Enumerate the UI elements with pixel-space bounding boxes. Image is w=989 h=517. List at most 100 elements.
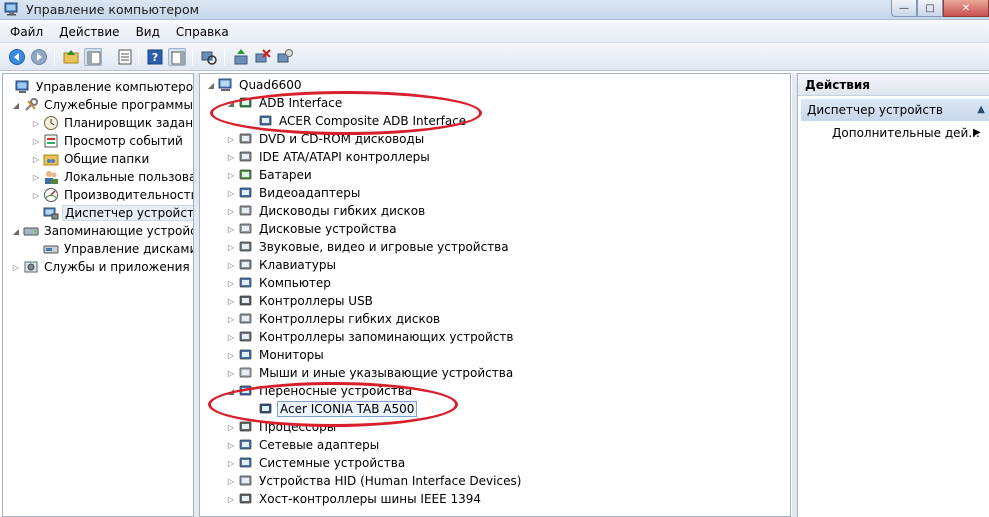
back-arrow-icon[interactable] <box>8 48 26 66</box>
device-label: Контроллеры запоминающих устройств <box>259 330 514 344</box>
collapse-up-icon[interactable]: ▲ <box>977 99 985 121</box>
menu-help[interactable]: Справка <box>168 22 237 42</box>
device-category[interactable]: ▷ Процессоры <box>226 418 338 436</box>
expand-arrow-icon[interactable]: ▷ <box>226 292 236 310</box>
tree-local-users[interactable]: ▷ Локальные пользовате <box>31 168 193 186</box>
tree-system-tools[interactable]: ◢ Служебные программы <box>11 96 193 114</box>
portable-device-icon <box>238 383 254 399</box>
device-category[interactable]: ▷ Мониторы <box>226 346 326 364</box>
device-label: Мыши и иные указывающие устройства <box>259 366 514 380</box>
collapse-arrow-icon[interactable]: ◢ <box>11 222 21 240</box>
expand-arrow-icon[interactable]: ▷ <box>226 202 236 220</box>
uninstall-device-icon[interactable] <box>254 48 272 66</box>
tree-storage[interactable]: ◢ Запоминающие устройст <box>11 222 193 240</box>
ide-controller-icon <box>238 149 254 165</box>
submenu-arrow-icon: ▶ <box>973 127 981 138</box>
battery-icon <box>238 167 254 183</box>
update-driver-icon[interactable] <box>232 48 250 66</box>
device-category[interactable]: ▷ DVD и CD-ROM дисководы <box>226 130 426 148</box>
device-category[interactable]: ▷ Мыши и иные указывающие устройства <box>226 364 515 382</box>
expand-arrow-icon[interactable]: ▷ <box>226 490 236 508</box>
computer-management-icon <box>4 2 20 16</box>
collapse-arrow-icon[interactable]: ◢ <box>11 96 21 114</box>
actions-section-device-manager[interactable]: Диспетчер устройств ▲ <box>801 99 989 121</box>
device-category[interactable]: ▷ Дисковые устройства <box>226 220 399 238</box>
device-category[interactable]: ▷ Системные устройства <box>226 454 407 472</box>
tree-device-manager[interactable]: Диспетчер устройств <box>31 204 193 222</box>
collapse-arrow-icon[interactable]: ◢ <box>226 94 236 112</box>
help-icon[interactable]: ? <box>146 48 164 66</box>
device-category[interactable]: ▷ Звуковые, видео и игровые устройства <box>226 238 511 256</box>
tree-disk-management[interactable]: Управление дисками <box>31 240 193 258</box>
expand-arrow-icon[interactable]: ▷ <box>31 168 41 186</box>
device-category[interactable]: ▷ Видеоадаптеры <box>226 184 362 202</box>
device-category[interactable]: ▷ Хост-контроллеры шины IEEE 1394 <box>226 490 483 508</box>
maximize-button[interactable]: □ <box>917 0 943 17</box>
device-label: Батареи <box>259 168 312 182</box>
forward-arrow-icon[interactable] <box>30 48 48 66</box>
device-category[interactable]: ▷ IDE ATA/ATAPI контроллеры <box>226 148 432 166</box>
enable-device-icon[interactable] <box>276 48 294 66</box>
tree-task-scheduler[interactable]: ▷ Планировщик заданий <box>31 114 193 132</box>
menu-view[interactable]: Вид <box>128 22 168 42</box>
expand-arrow-icon[interactable]: ▷ <box>226 418 236 436</box>
action-pane-icon[interactable] <box>168 48 186 66</box>
device-category[interactable]: ▷ Компьютер <box>226 274 333 292</box>
device-category[interactable]: ◢ Переносные устройства <box>226 382 414 400</box>
more-actions-link[interactable]: Дополнительные дей... <box>832 126 980 140</box>
device-category[interactable]: ▷ Дисководы гибких дисков <box>226 202 427 220</box>
device-category[interactable]: ▷ Клавиатуры <box>226 256 338 274</box>
expand-arrow-icon[interactable]: ▷ <box>226 472 236 490</box>
tree-services-apps[interactable]: ▷ Службы и приложения <box>11 258 192 276</box>
sound-icon <box>238 239 254 255</box>
expand-arrow-icon[interactable]: ▷ <box>31 132 41 150</box>
expand-arrow-icon[interactable]: ▷ <box>226 310 236 328</box>
expand-arrow-icon[interactable]: ▷ <box>31 150 41 168</box>
menu-file[interactable]: Файл <box>0 22 51 42</box>
window-title: Управление компьютером <box>26 2 200 17</box>
expand-arrow-icon[interactable]: ▷ <box>11 258 21 276</box>
device-tree-root[interactable]: ◢ Quad6600 <box>206 76 304 94</box>
minimize-button[interactable]: — <box>891 0 917 17</box>
hid-icon <box>238 473 254 489</box>
expand-arrow-icon[interactable]: ▷ <box>226 130 236 148</box>
expand-arrow-icon[interactable]: ▷ <box>226 238 236 256</box>
expand-arrow-icon[interactable]: ▷ <box>226 274 236 292</box>
tree-connector <box>246 400 256 418</box>
expand-arrow-icon[interactable]: ▷ <box>226 328 236 346</box>
close-button[interactable]: ✕ <box>943 0 989 17</box>
device-item[interactable]: Acer ICONIA TAB A500 <box>246 400 418 418</box>
console-tree-icon[interactable] <box>84 48 102 66</box>
device-category[interactable]: ▷ Батареи <box>226 166 314 184</box>
expand-arrow-icon[interactable]: ▷ <box>226 454 236 472</box>
expand-arrow-icon[interactable]: ▷ <box>226 346 236 364</box>
device-category[interactable]: ▷ Сетевые адаптеры <box>226 436 381 454</box>
expand-arrow-icon[interactable]: ▷ <box>226 148 236 166</box>
device-label: Устройства HID (Human Interface Devices) <box>259 474 522 488</box>
expand-arrow-icon[interactable]: ▷ <box>226 166 236 184</box>
device-category[interactable]: ▷ Устройства HID (Human Interface Devices… <box>226 472 523 490</box>
device-label: Сетевые адаптеры <box>259 438 380 452</box>
properties-icon[interactable] <box>116 48 134 66</box>
menu-action[interactable]: Действие <box>51 22 127 42</box>
expand-arrow-icon[interactable]: ▷ <box>31 186 41 204</box>
collapse-arrow-icon[interactable]: ◢ <box>206 76 216 94</box>
tree-event-viewer[interactable]: ▷ Просмотр событий <box>31 132 185 150</box>
scan-hardware-icon[interactable] <box>200 48 218 66</box>
expand-arrow-icon[interactable]: ▷ <box>31 114 41 132</box>
expand-arrow-icon[interactable]: ▷ <box>226 220 236 238</box>
expand-arrow-icon[interactable]: ▷ <box>226 436 236 454</box>
tree-root[interactable]: Управление компьютером (л <box>3 78 193 96</box>
tree-shared-folders[interactable]: ▷ Общие папки <box>31 150 151 168</box>
expand-arrow-icon[interactable]: ▷ <box>226 364 236 382</box>
expand-arrow-icon[interactable]: ▷ <box>226 184 236 202</box>
expand-arrow-icon[interactable]: ▷ <box>226 256 236 274</box>
up-folder-icon[interactable] <box>62 48 80 66</box>
device-category[interactable]: ◢ ADB Interface <box>226 94 344 112</box>
device-category[interactable]: ▷ Контроллеры запоминающих устройств <box>226 328 515 346</box>
device-category[interactable]: ▷ Контроллеры гибких дисков <box>226 310 442 328</box>
device-category[interactable]: ▷ Контроллеры USB <box>226 292 375 310</box>
device-item[interactable]: ACER Composite ADB Interface <box>246 112 468 130</box>
tree-performance[interactable]: ▷ Производительность <box>31 186 193 204</box>
collapse-arrow-icon[interactable]: ◢ <box>226 382 236 400</box>
